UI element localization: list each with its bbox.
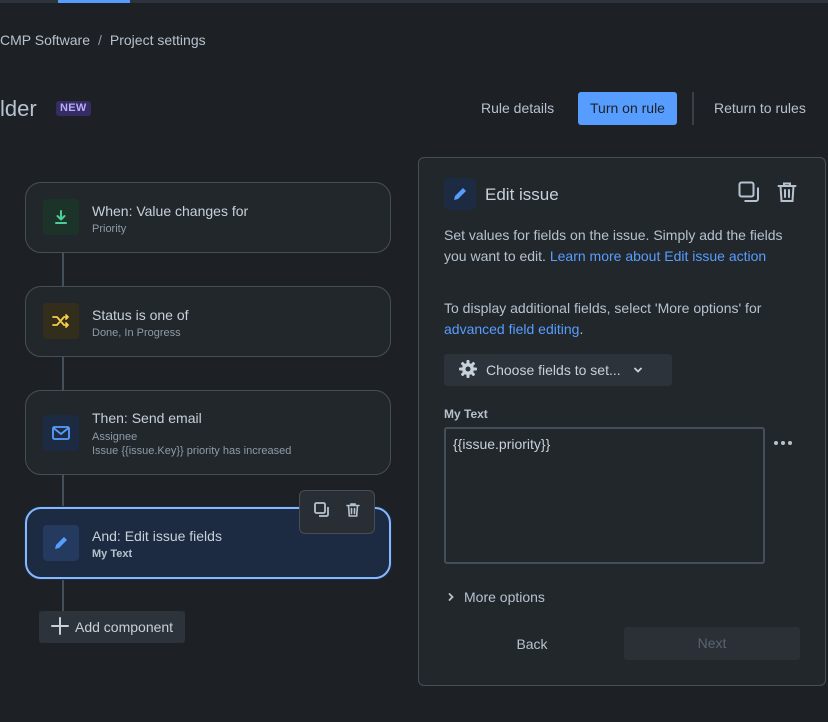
trash-icon[interactable] [344, 501, 362, 524]
my-text-label: My Text [444, 407, 488, 421]
flow-connector [62, 578, 64, 612]
shuffle-icon [43, 303, 79, 339]
breadcrumb-separator: / [98, 32, 102, 48]
next-button[interactable]: Next [624, 627, 800, 660]
card-title: Then: Send email [92, 410, 202, 426]
trash-icon[interactable] [775, 180, 799, 209]
turn-on-rule-button[interactable]: Turn on rule [578, 92, 677, 125]
card-title: And: Edit issue fields [92, 528, 222, 544]
breadcrumb-current[interactable]: Project settings [110, 32, 206, 48]
pencil-icon [43, 525, 79, 561]
back-button[interactable]: Back [490, 628, 574, 660]
choose-fields-label: Choose fields to set... [486, 362, 621, 378]
description-text: To display additional fields, select 'Mo… [444, 300, 762, 316]
add-component-button[interactable]: Add component [39, 611, 186, 643]
duplicate-icon[interactable] [737, 180, 761, 209]
chevron-down-icon [633, 362, 643, 378]
card-subtitle: My Text [92, 548, 133, 560]
new-badge: NEW [56, 101, 91, 116]
card-toolbar [299, 490, 375, 534]
breadcrumb-project[interactable]: CMP Software [0, 32, 90, 48]
card-subtitle: Priority [92, 223, 127, 235]
condition-card[interactable]: Status is one of Done, In Progress [25, 286, 391, 357]
rule-details-button[interactable]: Rule details [469, 92, 566, 125]
plus-icon [51, 616, 69, 638]
panel-description-2: To display additional fields, select 'Mo… [444, 298, 794, 339]
trigger-card[interactable]: When: Value changes for Priority [25, 182, 391, 253]
learn-more-link[interactable]: Learn more about Edit issue action [550, 248, 766, 264]
pencil-icon [444, 178, 476, 210]
flow-connector [62, 252, 64, 286]
panel-toolbar [737, 180, 799, 209]
description-period: . [579, 320, 584, 337]
chevron-right-icon [446, 589, 456, 605]
advanced-field-editing-link[interactable]: advanced field editing [444, 321, 579, 337]
action-card[interactable]: Then: Send email Assignee Issue {{issue.… [25, 390, 391, 475]
card-subtitle-2: Issue {{issue.Key}} priority has increas… [92, 445, 292, 457]
edit-issue-panel: Edit issue Set values for fields on the … [418, 157, 826, 686]
gear-icon [458, 359, 478, 382]
card-subtitle: Done, In Progress [92, 327, 181, 339]
flow-connector [62, 474, 64, 508]
my-text-field[interactable]: {{issue.priority}} [444, 427, 765, 564]
page-title: lder [0, 96, 37, 121]
card-title: When: Value changes for [92, 203, 249, 219]
header-divider [692, 92, 694, 125]
panel-description: Set values for fields on the issue. Simp… [444, 225, 794, 266]
flow-connector [62, 356, 64, 390]
more-actions-icon[interactable] [774, 441, 792, 445]
more-options-toggle[interactable]: More options [446, 589, 545, 605]
mail-icon [43, 415, 79, 451]
duplicate-icon[interactable] [313, 501, 331, 524]
card-subtitle: Assignee [92, 431, 138, 443]
breadcrumb: CMP Software / Project settings [0, 32, 206, 48]
panel-title: Edit issue [485, 185, 559, 204]
add-component-label: Add component [75, 619, 174, 635]
choose-fields-button[interactable]: Choose fields to set... [444, 354, 672, 386]
download-icon [43, 199, 79, 235]
card-title: Status is one of [92, 307, 189, 323]
active-nav-indicator [58, 0, 130, 3]
return-to-rules-button[interactable]: Return to rules [702, 92, 818, 125]
more-options-label: More options [464, 589, 545, 605]
